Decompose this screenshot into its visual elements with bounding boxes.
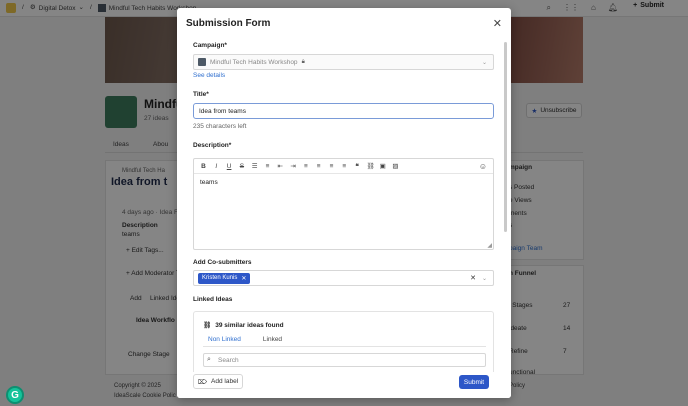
- search-icon: ⌕: [207, 356, 211, 363]
- description-editor[interactable]: B I U S ☰ ≡ ⇤ ⇥ ≡ ≡ ≡ ≡ ❝ ⛓ ▣ ▨ ☺ teams …: [193, 158, 494, 250]
- required-marker: *: [206, 91, 209, 98]
- strikethrough-icon[interactable]: S: [238, 163, 245, 170]
- submission-modal: Submission Form ✕ Campaign* Mindful Tech…: [177, 8, 511, 398]
- title-label-text: Title: [193, 91, 207, 98]
- numbered-list-icon[interactable]: ≡: [264, 163, 271, 170]
- description-label-text: Description: [193, 142, 229, 149]
- quote-icon[interactable]: ❝: [354, 162, 361, 170]
- bold-icon[interactable]: B: [200, 163, 207, 170]
- link-icon[interactable]: ⛓: [366, 162, 374, 170]
- align-justify-icon[interactable]: ≡: [341, 163, 348, 170]
- tab-divider: [203, 346, 486, 347]
- linked-ideas-label: Linked Ideas: [193, 296, 233, 303]
- indent-icon[interactable]: ⇥: [290, 162, 297, 170]
- add-label-text: Add label: [211, 378, 239, 385]
- media-icon[interactable]: ▣: [379, 162, 386, 170]
- bullet-list-icon[interactable]: ☰: [251, 162, 258, 170]
- link-icon: ⛓: [203, 322, 212, 329]
- outdent-icon[interactable]: ⇤: [277, 162, 284, 170]
- add-label-button[interactable]: ⌦ Add label: [193, 374, 243, 389]
- chars-left-text: 235 characters left: [193, 123, 247, 130]
- align-center-icon[interactable]: ≡: [315, 163, 322, 170]
- chip-label: Kristen Kunis: [202, 275, 238, 281]
- co-submitters-label: Add Co-submitters: [193, 259, 252, 266]
- underline-icon[interactable]: U: [226, 163, 233, 170]
- required-marker: *: [224, 42, 227, 49]
- search-placeholder: Search: [218, 356, 239, 364]
- modal-scrollbar[interactable]: [504, 42, 507, 232]
- co-submitters-select[interactable]: Kristen Kunis ✕ ✕ ⌄: [193, 270, 494, 286]
- linked-ideas-panel: ⛓ 39 similar ideas found Non Linked Link…: [193, 311, 494, 381]
- campaign-select[interactable]: Mindful Tech Habits Workshop 🔒︎ ⌄: [193, 54, 494, 70]
- campaign-select-value: Mindful Tech Habits Workshop: [210, 58, 298, 66]
- align-right-icon[interactable]: ≡: [328, 163, 335, 170]
- similar-ideas-heading: ⛓ 39 similar ideas found: [203, 321, 284, 330]
- editor-toolbar: B I U S ☰ ≡ ⇤ ⇥ ≡ ≡ ≡ ≡ ❝ ⛓ ▣ ▨ ☺: [194, 159, 493, 174]
- italic-icon[interactable]: I: [213, 163, 220, 170]
- grammarly-icon[interactable]: G: [6, 386, 24, 404]
- campaign-label: Campaign*: [193, 42, 227, 49]
- editor-content[interactable]: teams: [194, 174, 493, 191]
- campaign-thumb-icon: [198, 58, 206, 66]
- co-submitter-chip: Kristen Kunis ✕: [198, 272, 251, 284]
- title-label: Title*: [193, 91, 209, 98]
- linked-search-input[interactable]: ⌕ Search: [203, 353, 486, 367]
- clear-icon[interactable]: ✕: [470, 274, 476, 282]
- emoji-icon[interactable]: ☺: [479, 162, 487, 171]
- description-label: Description*: [193, 142, 231, 149]
- image-icon[interactable]: ▨: [392, 162, 399, 170]
- submit-button[interactable]: Submit: [459, 375, 489, 389]
- title-input[interactable]: [193, 103, 494, 119]
- campaign-label-text: Campaign: [193, 42, 225, 49]
- similar-ideas-text: 39 similar ideas found: [215, 321, 284, 329]
- resize-handle-icon[interactable]: ◢: [487, 242, 492, 249]
- align-left-icon[interactable]: ≡: [302, 163, 309, 170]
- close-icon[interactable]: ✕: [493, 17, 502, 30]
- modal-title: Submission Form: [186, 18, 271, 29]
- lock-icon: 🔒︎: [301, 58, 305, 65]
- remove-chip-icon[interactable]: ✕: [241, 275, 246, 282]
- chevron-down-icon[interactable]: ⌄: [482, 275, 487, 282]
- required-marker: *: [228, 142, 232, 149]
- tag-icon: ⌦: [197, 378, 208, 386]
- chevron-down-icon: ⌄: [481, 60, 487, 66]
- see-details-link[interactable]: See details: [193, 72, 225, 79]
